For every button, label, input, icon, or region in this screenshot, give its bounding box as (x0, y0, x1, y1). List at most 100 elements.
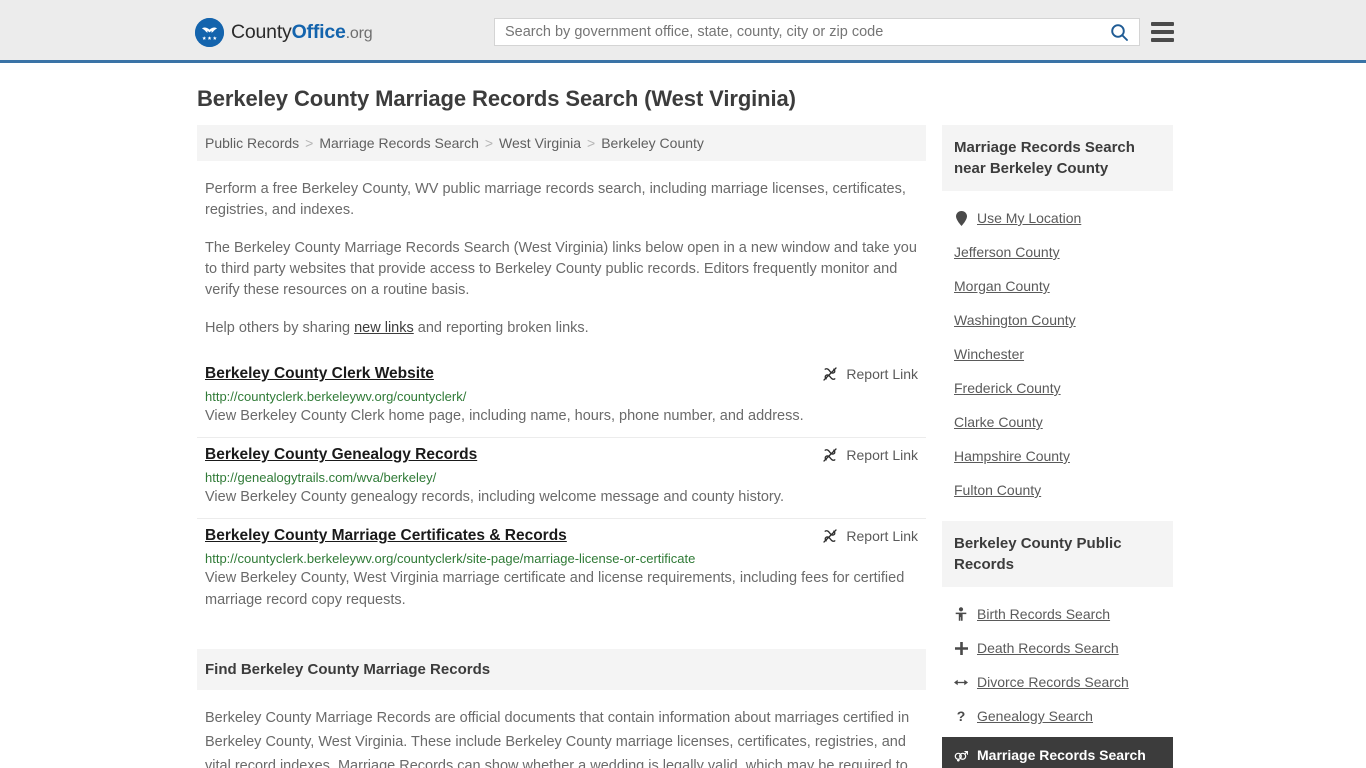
sidebar-public-records-list: Birth Records Search Death Records Searc… (942, 587, 1173, 768)
eagle-shield-logo-icon (195, 18, 224, 47)
sidebar-item-death-records-search[interactable]: Death Records Search (942, 631, 1173, 665)
result-title-link[interactable]: Berkeley County Marriage Certificates & … (205, 527, 567, 545)
sidebar-link[interactable]: Washington County (954, 312, 1076, 328)
report-link-button[interactable]: Report Link (822, 527, 918, 544)
sidebar-link[interactable]: Frederick County (954, 380, 1061, 396)
sidebar-item-jefferson-county[interactable]: Jefferson County (942, 235, 1173, 269)
question-mark-icon: ? (956, 708, 966, 724)
search-bar[interactable] (494, 18, 1140, 46)
sidebar-item-washington-county[interactable]: Washington County (942, 303, 1173, 337)
sidebar-item-clarke-county[interactable]: Clarke County (942, 405, 1173, 439)
broken-link-icon (823, 529, 838, 543)
sidebar-item-morgan-county[interactable]: Morgan County (942, 269, 1173, 303)
breadcrumb-item-marriage-records-search[interactable]: Marriage Records Search (319, 135, 479, 151)
left-right-arrow-icon (954, 677, 968, 688)
find-records-heading: Find Berkeley County Marriage Records (197, 649, 926, 690)
intro-paragraph-2: The Berkeley County Marriage Records Sea… (205, 240, 917, 298)
sidebar-item-birth-records-search[interactable]: Birth Records Search (942, 597, 1173, 631)
breadcrumb-separator: > (484, 135, 494, 151)
breadcrumb-item-west-virginia[interactable]: West Virginia (499, 135, 581, 151)
sidebar-link[interactable]: Fulton County (954, 482, 1041, 498)
breadcrumb-separator: > (305, 135, 314, 151)
result-description: View Berkeley County genealogy records, … (205, 489, 784, 505)
sidebar-link[interactable]: Hampshire County (954, 448, 1070, 464)
breadcrumb-separator: > (587, 135, 596, 151)
sidebar-link[interactable]: Clarke County (954, 414, 1043, 430)
result-item: Berkeley County Clerk Website Report Lin… (197, 357, 926, 438)
sidebar-nearby-heading: Marriage Records Search near Berkeley Co… (942, 125, 1173, 191)
sidebar-link[interactable]: Divorce Records Search (977, 674, 1129, 690)
result-header: Berkeley County Marriage Certificates & … (205, 527, 918, 545)
result-item: Berkeley County Genealogy Records Report… (197, 438, 926, 519)
male-female-icon (954, 748, 968, 762)
breadcrumb-item-public-records[interactable]: Public Records (205, 135, 299, 151)
new-links-link[interactable]: new links (354, 320, 414, 336)
sidebar-link[interactable]: Morgan County (954, 278, 1050, 294)
search-icon (1110, 23, 1128, 41)
breadcrumb: Public Records > Marriage Records Search… (197, 125, 926, 161)
sidebar-item-marriage-records-search[interactable]: Marriage Records Search (942, 737, 1173, 768)
sidebar-link[interactable]: Marriage Records Search (977, 747, 1146, 763)
search-input[interactable] (495, 19, 1099, 45)
sidebar-public-records-heading: Berkeley County Public Records (942, 521, 1173, 587)
result-item: Berkeley County Marriage Certificates & … (197, 519, 926, 621)
intro-p3-before: Help others by sharing (205, 320, 355, 336)
result-description: View Berkeley County Clerk home page, in… (205, 408, 804, 424)
result-title-link[interactable]: Berkeley County Clerk Website (205, 365, 434, 383)
sidebar-nearby-list: Use My Location Jefferson County Morgan … (942, 191, 1173, 507)
sidebar-nearby-box: Marriage Records Search near Berkeley Co… (942, 125, 1173, 507)
content-row: Public Records > Marriage Records Search… (197, 125, 1173, 768)
sidebar-item-frederick-county[interactable]: Frederick County (942, 371, 1173, 405)
site-logo[interactable]: CountyOffice.org (195, 18, 373, 47)
sidebar-link[interactable]: Use My Location (977, 210, 1081, 226)
result-header: Berkeley County Genealogy Records Report… (205, 446, 918, 464)
report-link-label: Report Link (846, 366, 918, 382)
sidebar-item-use-my-location[interactable]: Use My Location (942, 201, 1173, 235)
sidebar: Marriage Records Search near Berkeley Co… (942, 125, 1173, 768)
report-link-label: Report Link (846, 447, 918, 463)
result-description: View Berkeley County, West Virginia marr… (205, 570, 905, 608)
baby-icon (954, 607, 968, 621)
result-url[interactable]: http://genealogytrails.com/wva/berkeley/ (205, 470, 918, 485)
hamburger-bar (1151, 22, 1174, 26)
results-list: Berkeley County Clerk Website Report Lin… (197, 357, 926, 621)
search-button[interactable] (1099, 19, 1139, 45)
brand-part-county: County (231, 21, 292, 43)
main-column: Public Records > Marriage Records Search… (197, 125, 926, 768)
broken-link-icon (823, 448, 838, 462)
sidebar-public-records-box: Berkeley County Public Records Birth Rec… (942, 521, 1173, 768)
sidebar-item-genealogy-search[interactable]: ? Genealogy Search (942, 699, 1173, 733)
result-url[interactable]: http://countyclerk.berkeleywv.org/county… (205, 389, 918, 404)
sidebar-item-winchester[interactable]: Winchester (942, 337, 1173, 371)
sidebar-link[interactable]: Birth Records Search (977, 606, 1110, 622)
sidebar-link[interactable]: Winchester (954, 346, 1024, 362)
hamburger-menu-icon[interactable] (1151, 20, 1175, 44)
sidebar-link[interactable]: Jefferson County (954, 244, 1060, 260)
page-body: Berkeley County Marriage Records Search … (0, 86, 1366, 768)
intro-paragraph-3: Help others by sharing new links and rep… (205, 318, 918, 339)
brand-part-office: Office (291, 21, 346, 43)
result-title-link[interactable]: Berkeley County Genealogy Records (205, 446, 477, 464)
sidebar-item-hampshire-county[interactable]: Hampshire County (942, 439, 1173, 473)
broken-link-icon (823, 367, 838, 381)
hamburger-bar (1151, 30, 1174, 34)
result-header: Berkeley County Clerk Website Report Lin… (205, 365, 918, 383)
find-records-section: Find Berkeley County Marriage Records Be… (197, 649, 926, 768)
breadcrumb-item-berkeley-county[interactable]: Berkeley County (601, 135, 704, 151)
cross-plus-icon (954, 641, 968, 655)
sidebar-link[interactable]: Genealogy Search (977, 708, 1093, 724)
sidebar-link[interactable]: Death Records Search (977, 640, 1119, 656)
site-logo-text: CountyOffice.org (231, 21, 373, 44)
sidebar-item-divorce-records-search[interactable]: Divorce Records Search (942, 665, 1173, 699)
site-header: CountyOffice.org (0, 0, 1366, 63)
report-link-button[interactable]: Report Link (822, 446, 918, 463)
intro-p3-after: and reporting broken links. (413, 320, 589, 336)
intro-paragraph-1: Perform a free Berkeley County, WV publi… (205, 181, 906, 218)
result-url[interactable]: http://countyclerk.berkeleywv.org/county… (205, 551, 918, 566)
report-link-button[interactable]: Report Link (822, 365, 918, 382)
brand-part-tld: .org (345, 25, 373, 42)
page-title: Berkeley County Marriage Records Search … (197, 86, 796, 111)
map-pin-icon (954, 210, 968, 226)
intro-text: Perform a free Berkeley County, WV publi… (197, 179, 926, 339)
sidebar-item-fulton-county[interactable]: Fulton County (942, 473, 1173, 507)
